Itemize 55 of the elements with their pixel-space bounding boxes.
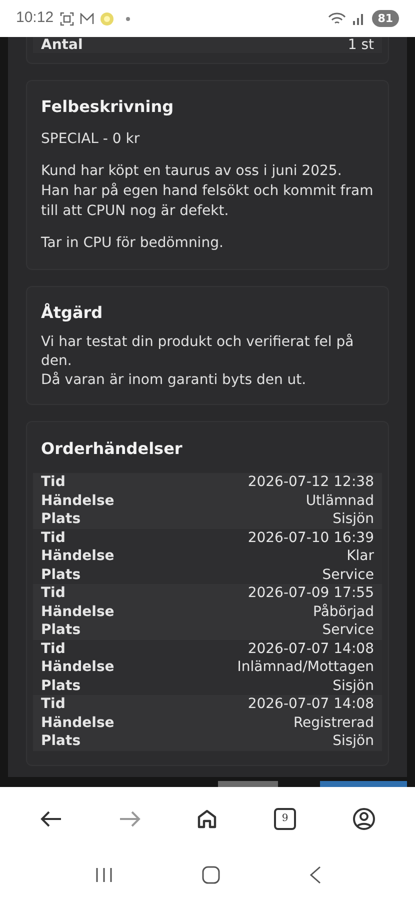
recent-apps-icon[interactable] (94, 867, 112, 883)
field-value: 2026-07-12 12:38 (248, 473, 374, 492)
row-value: 1 st (348, 37, 374, 53)
sun-icon (100, 12, 114, 26)
home-button-icon[interactable] (202, 866, 220, 884)
field-label: Plats (41, 566, 81, 584)
card-title: Orderhändelser (41, 439, 184, 459)
field-label: Händelse (41, 602, 114, 621)
signal-icon (352, 12, 366, 24)
field-label: Tid (41, 584, 66, 602)
field-value: 2026-07-10 16:39 (248, 528, 374, 547)
forward-icon[interactable] (118, 810, 141, 828)
field-value: Service (322, 621, 374, 640)
field-label: Plats (41, 732, 81, 750)
row-label: Antal (41, 37, 83, 53)
field-label: Händelse (41, 714, 114, 732)
field-value: Klar (346, 547, 374, 566)
field-label: Tid (41, 528, 66, 547)
action-text: Vi har testat din produkt och verifierat fel på den. (41, 333, 355, 371)
field-label: Händelse (41, 547, 114, 566)
field-value: Sisjön (332, 732, 374, 750)
field-value: Inlämnad/Mottagen (237, 658, 374, 676)
account-icon[interactable] (352, 808, 375, 830)
field-label: Plats (41, 621, 81, 640)
field-value: 2026-07-09 17:55 (248, 584, 374, 602)
field-value: 2026-07-07 14:08 (248, 640, 374, 658)
tabs-button[interactable]: 9 (274, 808, 296, 830)
back-nav-icon[interactable] (308, 866, 320, 884)
field-label: Plats (41, 676, 81, 695)
screenshot-icon (60, 12, 74, 26)
clock: 10:12 (16, 8, 54, 28)
battery-indicator: 81 (372, 10, 399, 27)
description-text: Kund har köpt en taurus av oss i juni 2025. Han har på egen hand felsökt och kommit fram till att CPUN nog är defekt. (41, 162, 374, 221)
description-text: SPECIAL - 0 kr (41, 130, 141, 149)
field-label: Plats (41, 510, 81, 528)
mail-icon (80, 12, 94, 24)
field-label: Tid (41, 473, 66, 492)
field-value: Service (322, 566, 374, 584)
field-value: Utlämnad (306, 492, 374, 510)
field-value: Registrerad (293, 714, 374, 732)
card-title: Felbeskrivning (41, 97, 175, 117)
field-label: Händelse (41, 658, 114, 676)
wifi-icon (328, 12, 346, 26)
card-title: Åtgärd (41, 303, 104, 323)
field-value: 2026-07-07 14:08 (248, 695, 374, 714)
action-text: Då varan är inom garanti byts den ut. (41, 371, 308, 390)
back-icon[interactable] (40, 810, 62, 828)
field-value: Påbörjad (313, 602, 374, 621)
home-icon[interactable] (197, 808, 218, 828)
field-value: Sisjön (332, 510, 374, 528)
field-label: Händelse (41, 492, 114, 510)
field-label: Tid (41, 640, 66, 658)
field-label: Tid (41, 695, 66, 714)
description-text: Tar in CPU för bedömning. (41, 234, 224, 253)
field-value: Sisjön (332, 676, 374, 695)
